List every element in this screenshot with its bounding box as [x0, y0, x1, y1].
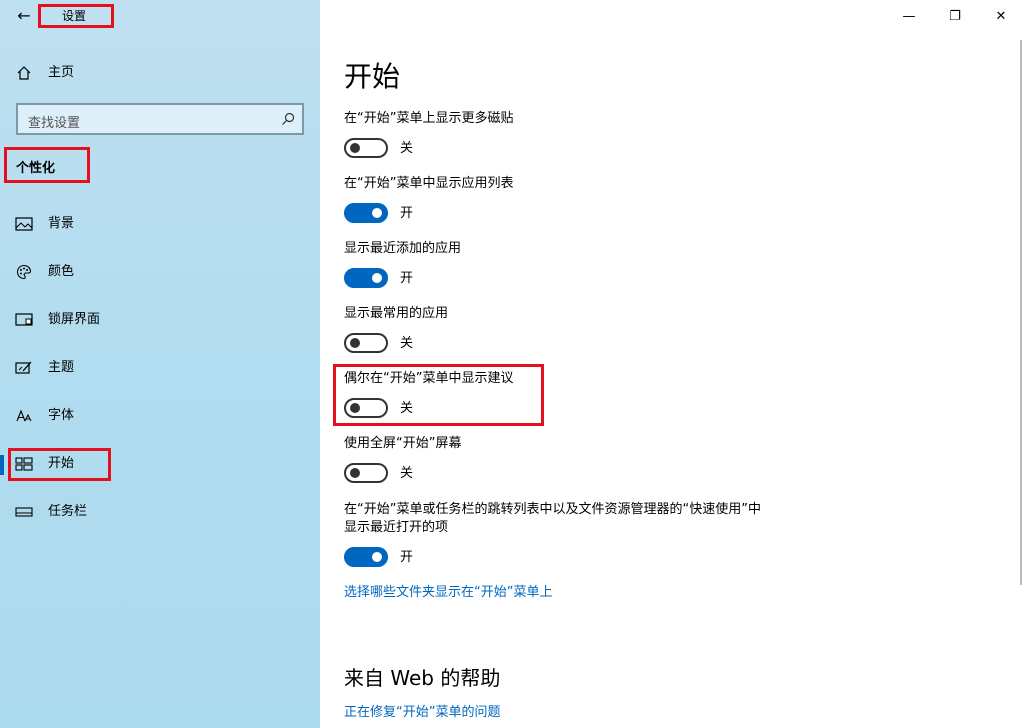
toggle-state: 关 — [400, 336, 414, 351]
sidebar-item-label: 锁屏界面 — [48, 312, 101, 327]
setting-label: 在“开始”菜单或任务栏的跳转列表中以及文件资源管理器的“快速使用”中 — [344, 502, 761, 517]
sidebar-item-label: 字体 — [48, 408, 75, 423]
sidebar-item-background[interactable]: 背景 — [0, 206, 320, 242]
help-section-title: 来自 Web 的帮助 — [344, 666, 501, 690]
start-icon — [14, 456, 34, 472]
sidebar-item-taskbar[interactable]: 任务栏 — [0, 494, 320, 530]
toggle-suggestions[interactable] — [344, 398, 388, 418]
app-title: 设置 — [62, 9, 87, 23]
maximize-button[interactable]: ❐ — [932, 0, 978, 32]
page-title: 开始 — [344, 60, 401, 93]
help-link[interactable]: 正在修复“开始”菜单的问题 — [344, 704, 500, 722]
toggle-recent-items[interactable] — [344, 547, 388, 567]
palette-icon — [14, 264, 34, 280]
search-placeholder: 查找设置 — [28, 116, 81, 131]
back-arrow-icon: ← — [17, 6, 31, 25]
setting-label: 显示最近打开的项 — [344, 520, 449, 535]
sidebar-item-start[interactable]: 开始 — [0, 446, 320, 482]
sidebar: ← 设置 主页 查找设置 个性化 背景 颜色 锁屏界面 主题 字体 开始 任务栏 — [0, 0, 320, 728]
toggle-knob — [350, 338, 360, 348]
toggle-app-list[interactable] — [344, 203, 388, 223]
sidebar-item-label: 开始 — [48, 456, 75, 471]
toggle-more-tiles[interactable] — [344, 138, 388, 158]
sidebar-item-label: 主页 — [48, 65, 75, 80]
close-button[interactable]: ✕ — [978, 0, 1024, 32]
toggle-state: 关 — [400, 141, 414, 156]
toggle-state: 关 — [400, 401, 414, 416]
setting-label: 显示最近添加的应用 — [344, 241, 462, 256]
sidebar-item-label: 主题 — [48, 360, 75, 375]
setting-label: 显示最常用的应用 — [344, 306, 449, 321]
setting-label: 在“开始”菜单中显示应用列表 — [344, 176, 514, 191]
close-icon: ✕ — [995, 8, 1007, 24]
toggle-recently-added[interactable] — [344, 268, 388, 288]
setting-label: 在“开始”菜单上显示更多磁贴 — [344, 111, 514, 126]
toggle-most-used[interactable] — [344, 333, 388, 353]
sidebar-item-fonts[interactable]: 字体 — [0, 398, 320, 434]
restore-icon: ❐ — [949, 8, 961, 24]
sidebar-item-colors[interactable]: 颜色 — [0, 254, 320, 290]
minimize-icon: — — [902, 8, 916, 24]
home-icon — [14, 65, 34, 81]
toggle-knob — [350, 403, 360, 413]
font-icon — [14, 408, 34, 424]
sidebar-item-label: 背景 — [48, 216, 75, 231]
toggle-state: 开 — [400, 206, 414, 221]
toggle-knob — [350, 468, 360, 478]
search-input[interactable]: 查找设置 — [16, 103, 304, 135]
theme-icon — [14, 360, 34, 376]
sidebar-item-home[interactable]: 主页 — [0, 55, 320, 91]
section-label: 个性化 — [16, 161, 56, 176]
toggle-state: 开 — [400, 550, 414, 565]
toggle-knob — [372, 208, 382, 218]
sidebar-item-label: 颜色 — [48, 264, 75, 279]
toggle-state: 开 — [400, 271, 414, 286]
toggle-knob — [350, 143, 360, 153]
scrollbar[interactable] — [1020, 40, 1022, 585]
back-button[interactable]: ← — [14, 6, 34, 26]
search-icon[interactable] — [280, 111, 296, 127]
toggle-state: 关 — [400, 466, 414, 481]
sidebar-item-lock-screen[interactable]: 锁屏界面 — [0, 302, 320, 338]
taskbar-icon — [14, 504, 34, 520]
sidebar-item-themes[interactable]: 主题 — [0, 350, 320, 386]
toggle-knob — [372, 552, 382, 562]
setting-label: 偶尔在“开始”菜单中显示建议 — [344, 371, 514, 386]
sidebar-item-label: 任务栏 — [48, 504, 88, 519]
picture-icon — [14, 216, 34, 232]
choose-folders-link[interactable]: 选择哪些文件夹显示在“开始”菜单上 — [344, 584, 552, 602]
minimize-button[interactable]: — — [886, 0, 932, 32]
toggle-full-screen[interactable] — [344, 463, 388, 483]
toggle-knob — [372, 273, 382, 283]
setting-label: 使用全屏“开始”屏幕 — [344, 436, 462, 451]
lock-screen-icon — [14, 312, 34, 328]
